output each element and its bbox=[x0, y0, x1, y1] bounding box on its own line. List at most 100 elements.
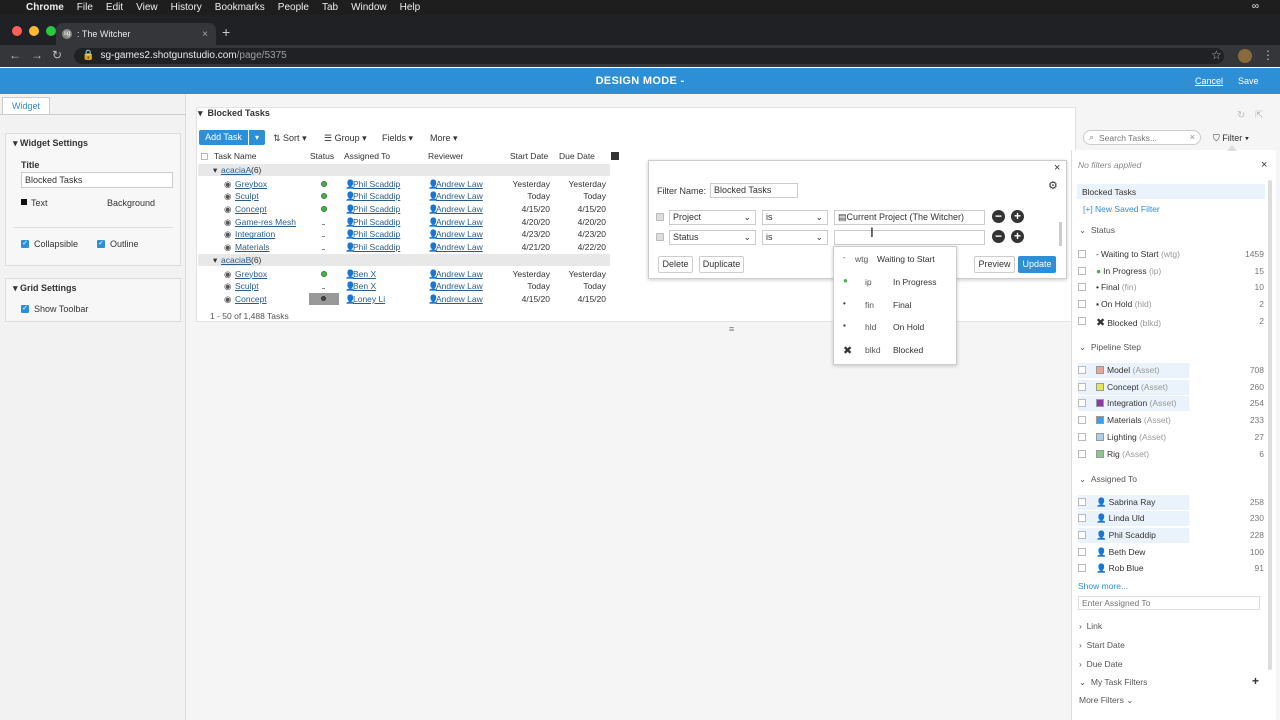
assigned-filter-item[interactable]: 👤 Phil Scaddip 228 bbox=[1078, 527, 1264, 543]
status-checkbox[interactable] bbox=[1078, 250, 1086, 258]
status-cell[interactable] bbox=[309, 190, 339, 202]
assigned-checkbox[interactable] bbox=[1078, 564, 1086, 573]
back-icon[interactable]: ← bbox=[9, 48, 21, 62]
close-window-icon[interactable] bbox=[12, 26, 22, 36]
reviewer-link[interactable]: Andrew Law bbox=[436, 242, 483, 252]
row1-field-select[interactable]: Project ⌄ bbox=[669, 210, 756, 225]
delete-button[interactable]: Delete bbox=[658, 256, 693, 273]
due-date-cell[interactable]: Today bbox=[560, 191, 606, 201]
link-section-header[interactable]: › Link bbox=[1079, 621, 1102, 631]
due-date-cell[interactable]: 4/22/20 bbox=[560, 242, 606, 252]
reviewer-link[interactable]: Andrew Law bbox=[436, 281, 483, 291]
assigned-checkbox[interactable] bbox=[1078, 530, 1086, 539]
status-option-wtg[interactable]: ‐ wtg Waiting to Start bbox=[833, 247, 957, 269]
group-header[interactable]: ▾ acaciaB (6) bbox=[198, 254, 610, 266]
assigned-to-link[interactable]: Phil Scaddip bbox=[353, 191, 400, 201]
due-date-cell[interactable]: 4/15/20 bbox=[560, 204, 606, 214]
start-date-cell[interactable]: 4/15/20 bbox=[504, 204, 550, 214]
due-date-cell[interactable]: 4/20/20 bbox=[560, 217, 606, 227]
status-cell[interactable] bbox=[309, 216, 339, 228]
new-saved-filter-link[interactable]: [+] New Saved Filter bbox=[1083, 204, 1160, 214]
pipeline-checkbox[interactable] bbox=[1078, 382, 1086, 391]
reviewer-link[interactable]: Andrew Law bbox=[436, 191, 483, 201]
filter-button[interactable]: ⛉ Filter ▾ bbox=[1213, 133, 1249, 144]
dialog-scrollbar[interactable] bbox=[1059, 222, 1062, 246]
status-filter-item[interactable]: ‐ Waiting to Start (wtg) 1459 bbox=[1078, 247, 1264, 262]
status-filter-item[interactable]: ▪ On Hold (hld) 2 bbox=[1078, 297, 1264, 312]
status-cell[interactable] bbox=[309, 203, 339, 215]
preview-button[interactable]: Preview bbox=[974, 256, 1015, 273]
group-name[interactable]: acaciaA bbox=[221, 165, 251, 175]
popout-icon[interactable]: ⇱ bbox=[1255, 110, 1263, 121]
new-tab-icon[interactable]: + bbox=[222, 24, 230, 40]
show-toolbar-checkbox[interactable]: ✓ bbox=[21, 305, 29, 313]
background-color-swatch[interactable] bbox=[97, 199, 103, 205]
reviewer-link[interactable]: Andrew Law bbox=[436, 217, 483, 227]
group-button[interactable]: ☰ Group ▾ bbox=[324, 133, 367, 144]
row1-value-field[interactable]: ▤Current Project (The Witcher) bbox=[834, 210, 985, 225]
status-section-header[interactable]: ⌄ Status bbox=[1079, 225, 1115, 236]
task-name-link[interactable]: Sculpt bbox=[235, 281, 259, 291]
status-checkbox[interactable] bbox=[1078, 266, 1086, 275]
menu-app-name[interactable]: Chrome bbox=[26, 2, 64, 13]
assigned-filter-item[interactable]: 👤 Rob Blue 91 bbox=[1078, 561, 1264, 576]
pipeline-checkbox[interactable] bbox=[1078, 432, 1086, 441]
profile-avatar[interactable] bbox=[1238, 49, 1252, 63]
remove-condition-icon[interactable]: − bbox=[992, 230, 1005, 243]
add-task-dropdown-icon[interactable]: ▾ bbox=[249, 130, 265, 145]
menu-window[interactable]: Window bbox=[351, 2, 387, 13]
col-start-date[interactable]: Start Date bbox=[510, 151, 548, 161]
group-header[interactable]: ▾ acaciaA (6) bbox=[198, 164, 610, 176]
pipeline-checkbox[interactable] bbox=[1078, 449, 1086, 458]
menu-view[interactable]: View bbox=[136, 2, 158, 13]
show-more-link[interactable]: Show more... bbox=[1078, 581, 1128, 591]
menu-help[interactable]: Help bbox=[400, 2, 421, 13]
assigned-to-link[interactable]: Phil Scaddip bbox=[353, 242, 400, 252]
start-date-cell[interactable]: Today bbox=[504, 191, 550, 201]
search-tasks-input[interactable] bbox=[1099, 132, 1187, 143]
col-due-date[interactable]: Due Date bbox=[559, 151, 595, 161]
link-icon[interactable]: ∞ bbox=[1252, 1, 1259, 12]
col-assigned-to[interactable]: Assigned To bbox=[344, 151, 390, 161]
add-condition-icon[interactable]: + bbox=[1011, 210, 1024, 223]
sort-button[interactable]: ⇅ Sort ▾ bbox=[273, 133, 307, 144]
status-filter-item[interactable]: • Final (fin) 10 bbox=[1078, 280, 1264, 295]
search-tasks-field[interactable]: ⌕ × bbox=[1083, 130, 1201, 145]
select-all-checkbox[interactable] bbox=[201, 153, 208, 160]
remove-condition-icon[interactable]: − bbox=[992, 210, 1005, 223]
due-date-cell[interactable]: 4/23/20 bbox=[560, 229, 606, 239]
pipeline-filter-item[interactable]: Integration (Asset) 254 bbox=[1078, 396, 1264, 412]
row1-checkbox[interactable] bbox=[656, 213, 664, 221]
assigned-to-link[interactable]: Ben X bbox=[353, 281, 376, 291]
forward-icon[interactable]: → bbox=[31, 48, 43, 62]
zoom-window-icon[interactable] bbox=[46, 26, 56, 36]
text-color-swatch[interactable] bbox=[21, 199, 27, 205]
task-name-link[interactable]: Sculpt bbox=[235, 191, 259, 201]
saved-filter-item[interactable]: Blocked Tasks bbox=[1077, 184, 1265, 199]
filter-name-input[interactable]: Blocked Tasks bbox=[710, 183, 798, 198]
status-cell[interactable] bbox=[309, 178, 339, 190]
save-button[interactable]: Save bbox=[1230, 74, 1267, 88]
assigned-checkbox[interactable] bbox=[1078, 514, 1086, 523]
col-status[interactable]: Status bbox=[310, 151, 334, 161]
browser-tab[interactable]: sg : The Witcher × bbox=[56, 23, 216, 45]
status-checkbox[interactable] bbox=[1078, 300, 1086, 309]
pipeline-filter-item[interactable]: Model (Asset) 708 bbox=[1078, 363, 1264, 378]
assigned-filter-item[interactable]: 👤 Linda Uld 230 bbox=[1078, 511, 1264, 527]
table-row[interactable]: ◉ Game-res Mesh 👤 Phil Scaddip 👤 Andrew Law 4/… bbox=[198, 216, 610, 229]
assigned-filter-item[interactable]: 👤 Sabrina Ray 258 bbox=[1078, 494, 1264, 510]
close-dialog-icon[interactable]: × bbox=[1054, 162, 1060, 174]
resize-handle-icon[interactable]: ≡ bbox=[729, 324, 734, 334]
col-reviewer[interactable]: Reviewer bbox=[428, 151, 463, 161]
start-date-cell[interactable]: Today bbox=[504, 281, 550, 291]
add-my-filter-icon[interactable]: + bbox=[1252, 674, 1259, 688]
menu-file[interactable]: File bbox=[77, 2, 93, 13]
table-row[interactable]: ◉ Concept 👤 Loney Li 👤 Andrew Law 4/15/20 4/15/… bbox=[198, 292, 610, 306]
start-date-section-header[interactable]: › Start Date bbox=[1079, 640, 1125, 650]
task-name-link[interactable]: Materials bbox=[235, 242, 269, 252]
widget-title[interactable]: ▾ Blocked Tasks bbox=[198, 108, 1068, 124]
task-name-link[interactable]: Concept bbox=[235, 204, 267, 214]
pipeline-filter-item[interactable]: Rig (Asset) 6 bbox=[1078, 447, 1264, 462]
column-config-icon[interactable] bbox=[611, 152, 619, 160]
table-row[interactable]: ◉ Materials 👤 Phil Scaddip 👤 Andrew Law 4/21/2… bbox=[198, 241, 610, 254]
